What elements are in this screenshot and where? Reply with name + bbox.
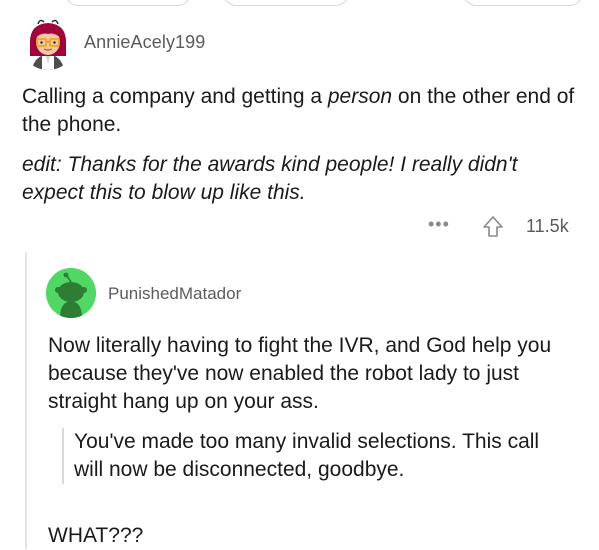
reply-body: Now literally having to fight the IVR, a… <box>48 334 552 413</box>
avatar-illustration-icon <box>20 14 76 70</box>
comment-author-name[interactable]: AnnieAcely199 <box>84 32 205 53</box>
snoo-avatar-icon <box>46 268 96 318</box>
upvote-arrow-icon[interactable] <box>482 215 504 239</box>
reply-body-tail: WHAT??? <box>48 524 144 547</box>
comment-body-emphasis: person <box>327 85 393 108</box>
toolbar-pill-1[interactable] <box>64 0 192 6</box>
comment-action-row: ••• 11.5k <box>20 212 580 242</box>
comment-edit-note: edit: Thanks for the awards kind people!… <box>22 153 518 204</box>
comment-body-before: Calling a company and getting a <box>22 85 328 108</box>
toolbar-pill-3[interactable] <box>462 0 584 6</box>
top-toolbar-pills <box>0 0 599 6</box>
comment-author-row: AnnieAcely199 <box>20 14 580 70</box>
reply-quote: You've made too many invalid selections.… <box>62 428 574 484</box>
vote-count: 11.5k <box>526 216 569 236</box>
reply-author-name[interactable]: PunishedMatador <box>108 284 241 304</box>
thread-line[interactable] <box>25 252 27 549</box>
comment-body: Calling a company and getting a person o… <box>22 83 582 139</box>
more-options-icon[interactable]: ••• <box>428 214 450 235</box>
toolbar-pill-2[interactable] <box>222 0 350 6</box>
reply-avatar[interactable] <box>46 268 96 318</box>
avatar[interactable] <box>20 14 76 70</box>
